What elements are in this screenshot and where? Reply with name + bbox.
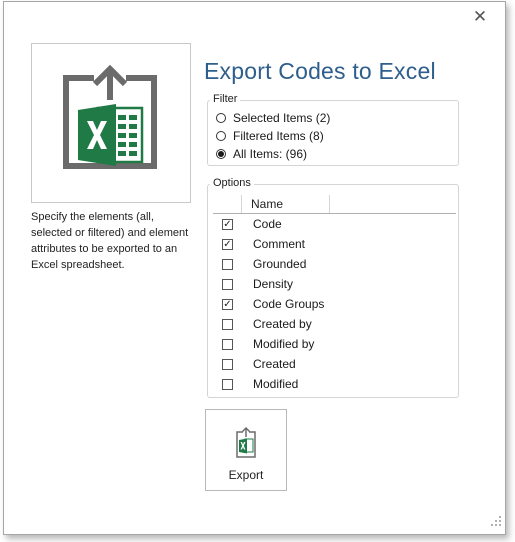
close-button[interactable]: ✕ [470, 6, 490, 26]
checkbox[interactable] [222, 338, 233, 350]
option-row-modified-by[interactable]: Modified by [213, 334, 456, 354]
option-label: Modified by [253, 337, 315, 351]
option-row-density[interactable]: Density [213, 274, 456, 294]
option-row-code[interactable]: ✓ Code [213, 214, 456, 234]
option-label: Code Groups [253, 297, 325, 311]
option-label: Created [253, 357, 296, 371]
header-check-column[interactable] [213, 195, 242, 213]
option-row-grounded[interactable]: Grounded [213, 254, 456, 274]
resize-grip-icon[interactable] [490, 515, 502, 527]
column-header-name: Name [251, 197, 284, 211]
radio-label: All Items: (96) [233, 147, 308, 161]
option-label: Grounded [253, 257, 307, 271]
option-label: Created by [253, 317, 312, 331]
radio-button[interactable] [216, 113, 226, 123]
option-row-created-by[interactable]: Created by [213, 314, 456, 334]
option-row-code-groups[interactable]: ✓ Code Groups [213, 294, 456, 314]
radio-label: Selected Items (2) [233, 111, 331, 125]
options-group: Name ✓ Code ✓ Comment Grounded Density ✓… [207, 184, 459, 398]
option-row-comment[interactable]: ✓ Comment [213, 234, 456, 254]
option-label: Density [253, 277, 294, 291]
excel-small-icon [236, 426, 256, 458]
checkbox[interactable] [222, 258, 233, 270]
checkbox[interactable] [222, 318, 233, 330]
radio-button[interactable] [216, 131, 226, 141]
option-label: Comment [253, 237, 306, 251]
export-dialog: ✕ Specify the elements (all, selected or… [3, 1, 506, 535]
option-label: Code [253, 217, 282, 231]
checkbox[interactable] [222, 278, 233, 290]
checkbox[interactable] [222, 358, 233, 370]
checkbox[interactable]: ✓ [222, 298, 233, 310]
export-button[interactable]: Export [205, 409, 287, 491]
checkbox[interactable]: ✓ [222, 218, 233, 230]
checkbox[interactable] [222, 378, 233, 390]
checkbox[interactable]: ✓ [222, 238, 233, 250]
options-group-label: Options [210, 177, 254, 190]
radio-selected-items[interactable]: Selected Items (2) [216, 110, 330, 126]
dialog-title: Export Codes to Excel [204, 58, 436, 84]
description-text: Specify the elements (all, selected or f… [31, 211, 189, 271]
option-row-modified[interactable]: Modified [213, 374, 456, 394]
excel-export-illustration [31, 43, 191, 203]
options-list-header: Name [213, 195, 456, 214]
close-icon: ✕ [472, 6, 488, 26]
radio-selected-dot [218, 151, 224, 157]
radio-button[interactable] [216, 149, 226, 159]
filter-group-label: Filter [210, 93, 241, 106]
export-button-label: Export [228, 468, 264, 482]
radio-label: Filtered Items (8) [233, 129, 324, 143]
filter-group: Selected Items (2) Filtered Items (8) Al… [207, 100, 459, 166]
radio-filtered-items[interactable]: Filtered Items (8) [216, 128, 324, 144]
option-row-created[interactable]: Created [213, 354, 456, 374]
option-label: Modified [253, 377, 299, 391]
excel-export-icon [63, 64, 157, 169]
radio-all-items[interactable]: All Items: (96) [216, 146, 307, 162]
